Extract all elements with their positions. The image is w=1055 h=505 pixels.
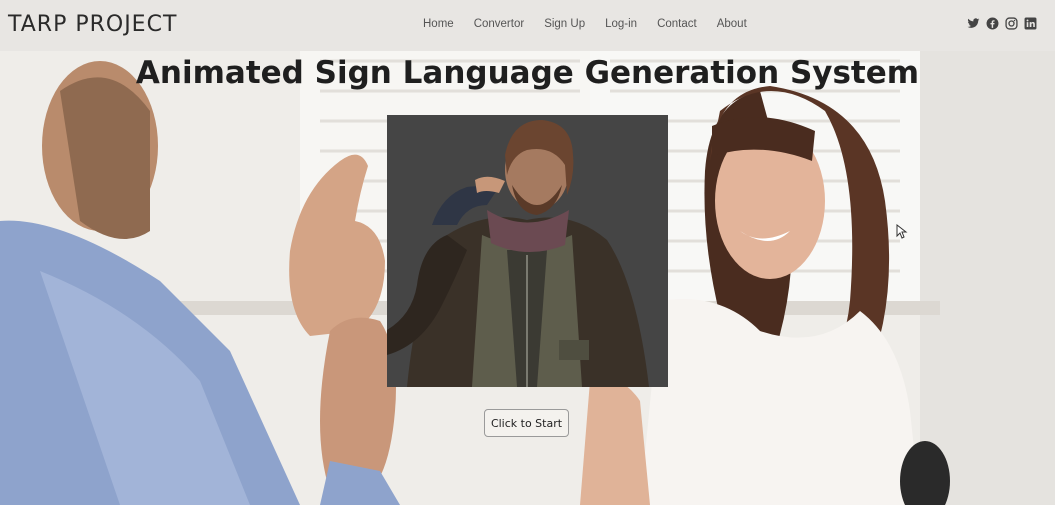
mouse-cursor-icon [896,224,908,239]
brand-logo[interactable]: TARP PROJECT [8,12,177,37]
linkedin-icon[interactable] [1024,17,1037,30]
hero-section: Animated Sign Language Generation System… [0,51,1055,505]
page-title: Animated Sign Language Generation System [135,55,920,91]
instagram-icon[interactable] [1005,17,1018,30]
twitter-icon[interactable] [967,17,980,30]
click-to-start-button[interactable]: Click to Start [484,409,569,437]
social-links [967,17,1037,30]
nav-about-link[interactable]: About [717,18,747,30]
facebook-icon[interactable] [986,17,999,30]
avatar-figure [387,115,668,387]
nav-login-link[interactable]: Log-in [605,18,637,30]
nav-signup-link[interactable]: Sign Up [544,18,585,30]
nav-home-link[interactable]: Home [423,18,454,30]
nav-convertor-link[interactable]: Convertor [474,18,525,30]
nav-contact-link[interactable]: Contact [657,18,697,30]
nav-menu: Home Convertor Sign Up Log-in Contact Ab… [423,18,767,30]
navbar: TARP PROJECT Home Convertor Sign Up Log-… [0,0,1055,51]
sign-avatar-video[interactable] [387,115,668,387]
